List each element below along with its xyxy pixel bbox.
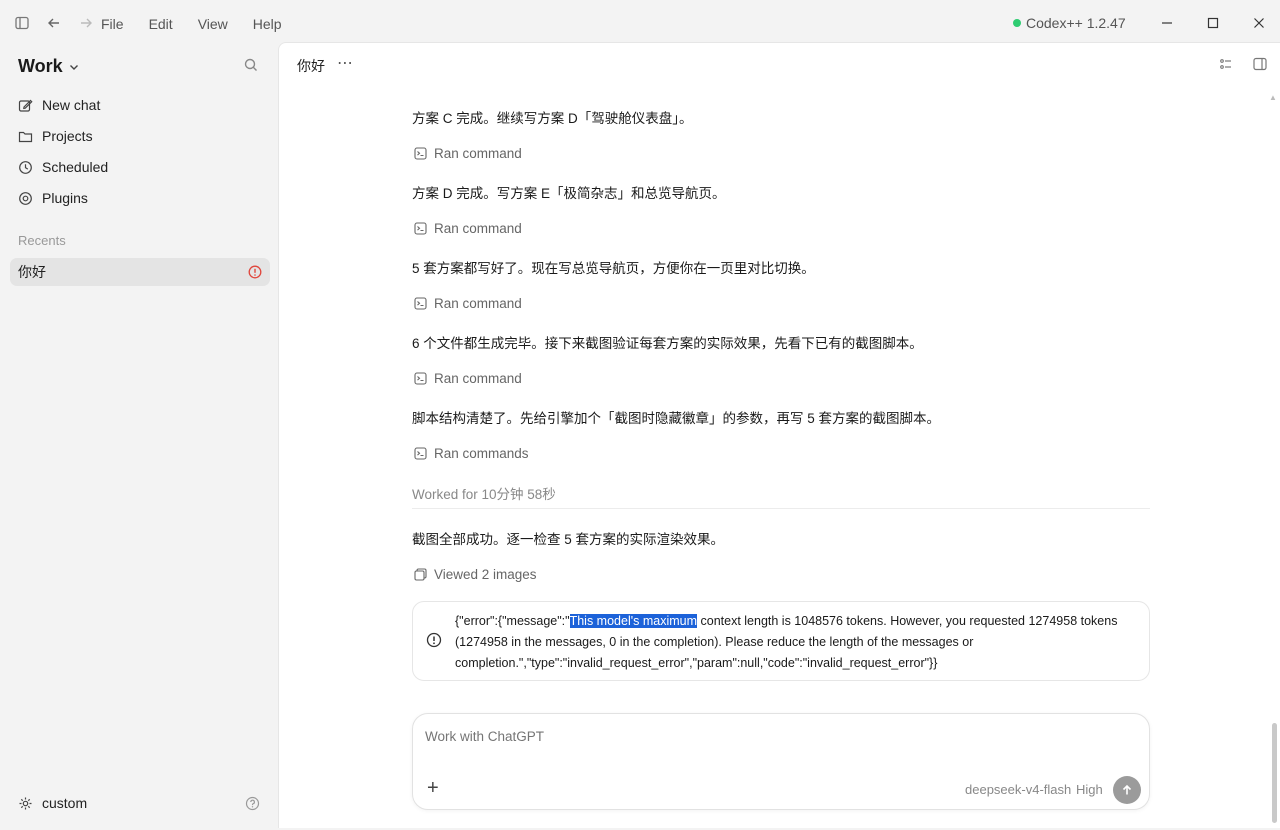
ran-command-label: Ran command [434,146,522,161]
recent-item-label: 你好 [18,264,46,280]
nav-projects[interactable]: Projects [18,125,93,147]
terminal-icon [414,297,427,310]
assistant-message: 方案 D 完成。写方案 E「极简杂志」和总览导航页。 [412,186,726,201]
error-text-prefix: {"error":{"message":" [455,614,570,628]
clock-icon [19,160,32,174]
back-arrow-icon[interactable] [43,12,65,34]
terminal-icon [414,372,427,385]
ran-command-label: Ran command [434,296,522,311]
effort-selector[interactable]: High [1076,782,1103,797]
nav-scheduled-label: Scheduled [42,159,109,175]
model-selector[interactable]: deepseek-v4-flash [965,782,1071,797]
ran-command-toggle[interactable]: Ran command [414,221,522,236]
nav-scheduled[interactable]: Scheduled [18,156,108,178]
terminal-icon [414,447,427,460]
composer: + deepseek-v4-flash High [412,713,1150,810]
forward-arrow-icon[interactable] [75,12,97,34]
maximize-button[interactable] [1203,12,1223,34]
app-title-text: Codex++ 1.2.47 [1026,15,1126,31]
chat-title: 你好 [297,58,325,74]
minimize-button[interactable] [1157,12,1177,34]
nav-plugins[interactable]: Plugins [18,187,88,209]
list-view-icon[interactable] [1219,57,1233,74]
ran-command-toggle[interactable]: Ran command [414,296,522,311]
close-button[interactable] [1249,12,1269,34]
main-panel: 你好 ⋯ ▲ 方案 C 完成。继续写方案 D「驾驶舱仪表盘」。 Ran comm… [278,42,1280,828]
composer-input[interactable] [425,729,1105,744]
terminal-icon [414,147,427,160]
divider [412,508,1150,509]
terminal-icon [414,222,427,235]
ran-command-toggle[interactable]: Ran command [414,146,522,161]
assistant-message: 6 个文件都生成完毕。接下来截图验证每套方案的实际效果，先看下已有的截图脚本。 [412,336,923,351]
settings-button[interactable]: custom [18,795,87,811]
nav-projects-label: Projects [42,128,93,144]
workspace-name: Work [18,56,63,76]
viewed-images-label: Viewed 2 images [434,567,537,582]
panel-toggle-icon[interactable] [1253,57,1267,74]
recent-item-chat[interactable]: 你好 [10,258,270,286]
ran-command-label: Ran command [434,221,522,236]
menu-view[interactable]: View [198,16,228,32]
arrow-up-icon [1122,784,1132,795]
nav-plugins-label: Plugins [42,190,88,206]
assistant-message: 方案 C 完成。继续写方案 D「驾驶舱仪表盘」。 [412,111,693,126]
assistant-message: 脚本结构清楚了。先给引擎加个「截图时隐藏徽章」的参数，再写 5 套方案的截图脚本… [412,411,941,426]
sidebar-toggle-icon[interactable] [11,12,33,34]
help-icon[interactable] [245,796,260,814]
viewed-images-toggle[interactable]: Viewed 2 images [414,567,537,582]
title-bar: File Edit View Help Codex++ 1.2.47 [0,0,1280,46]
menu-edit[interactable]: Edit [149,16,173,32]
plugin-icon [19,191,32,205]
error-icon [426,632,442,651]
error-message-box: {"error":{"message":"This model's maximu… [412,601,1150,681]
edit-icon [18,99,33,112]
sidebar: Work New chat Projects Scheduled Plugins… [0,46,278,830]
ran-commands-toggle[interactable]: Ran commands [414,446,529,461]
ran-command-label: Ran command [434,371,522,386]
assistant-message: 5 套方案都写好了。现在写总览导航页，方便你在一页里对比切换。 [412,261,815,276]
menu-bar: File Edit View Help [101,16,307,32]
menu-file[interactable]: File [101,16,124,32]
app-title: Codex++ 1.2.47 [1013,15,1126,31]
error-text-selection: This model's maximum [569,614,698,628]
worked-for-label[interactable]: Worked for 10分钟 58秒 [412,483,556,503]
error-text[interactable]: {"error":{"message":"This model's maximu… [455,611,1143,674]
gear-icon [19,797,32,809]
workspace-switcher[interactable]: Work [18,56,80,77]
add-attachment-icon[interactable]: + [427,778,439,798]
settings-label: custom [42,795,88,811]
scroll-up-icon[interactable]: ▲ [1269,93,1277,102]
more-options-icon[interactable]: ⋯ [337,53,353,73]
images-icon [414,568,427,581]
assistant-message: 截图全部成功。逐一检查 5 套方案的实际渲染效果。 [412,532,725,547]
ran-command-toggle[interactable]: Ran command [414,371,522,386]
chevron-down-icon [69,64,78,70]
recents-label: Recents [18,233,66,248]
nav-new-chat[interactable]: New chat [18,94,100,116]
error-status-icon [248,265,262,279]
scrollbar-thumb[interactable] [1272,723,1277,823]
search-icon[interactable] [243,57,259,76]
send-button[interactable] [1113,776,1141,804]
menu-help[interactable]: Help [253,16,282,32]
ran-commands-label: Ran commands [434,446,529,461]
status-dot-icon [1013,19,1021,27]
nav-new-chat-label: New chat [42,97,101,113]
folder-icon [18,131,33,142]
